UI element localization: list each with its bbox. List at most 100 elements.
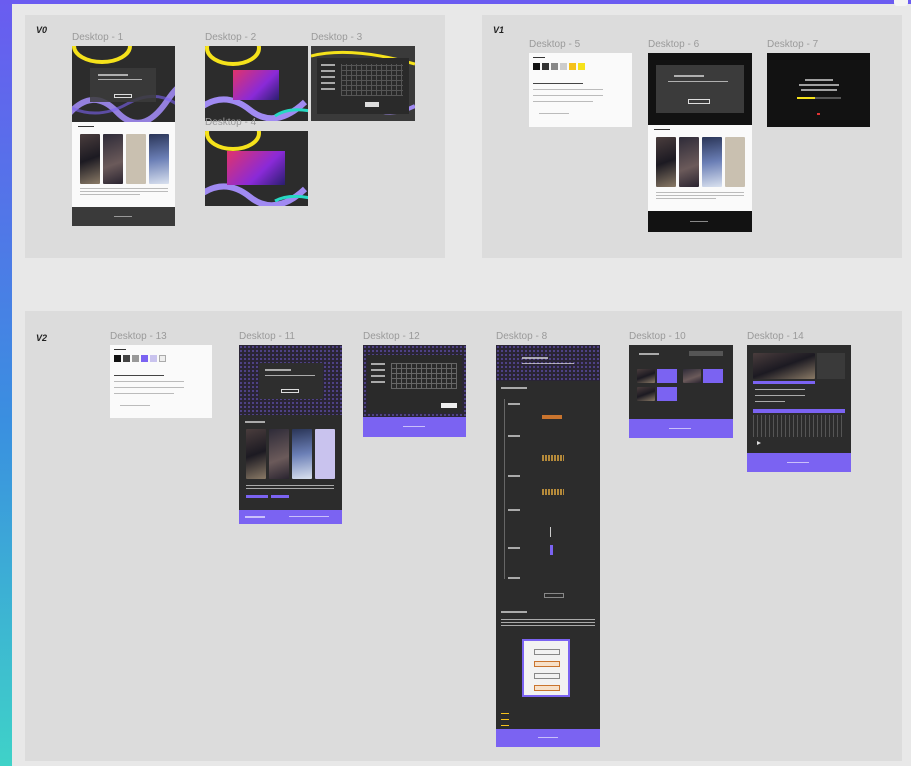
footer xyxy=(363,417,466,437)
body-text-line xyxy=(80,194,140,195)
featured-card[interactable] xyxy=(656,137,676,187)
section-label: V2 xyxy=(36,333,48,343)
body-text-line xyxy=(501,625,595,626)
type-spec-row xyxy=(539,113,569,114)
apply-button[interactable] xyxy=(365,102,379,107)
step-label xyxy=(508,547,520,549)
hero-button[interactable] xyxy=(114,94,132,98)
color-swatch xyxy=(542,63,549,70)
featured-heading xyxy=(654,129,670,130)
figma-canvas[interactable]: V0 Desktop - 1 Desktop - 2 Desktop - 3 D… xyxy=(0,0,911,766)
frame-title: Desktop - 14 xyxy=(747,331,804,342)
diagram-figure xyxy=(522,639,570,697)
color-swatch xyxy=(123,355,130,362)
color-swatch xyxy=(551,63,558,70)
tab-bar[interactable] xyxy=(753,381,815,384)
sequencer-grid[interactable] xyxy=(341,64,403,96)
step-graphic xyxy=(550,527,551,537)
track-bar[interactable] xyxy=(657,369,677,383)
mixer-tabs[interactable] xyxy=(753,409,845,413)
featured-card[interactable] xyxy=(246,429,266,479)
frame-desktop-3[interactable] xyxy=(311,46,415,121)
featured-card[interactable] xyxy=(103,134,123,184)
color-swatch xyxy=(132,355,139,362)
menu-item[interactable] xyxy=(321,64,335,66)
purple-chip[interactable] xyxy=(246,495,268,498)
section-label: V1 xyxy=(493,25,505,35)
track-bar[interactable] xyxy=(703,369,723,383)
menu-item[interactable] xyxy=(321,88,335,90)
heading-line xyxy=(114,349,126,350)
player-title xyxy=(639,353,659,355)
color-swatch xyxy=(150,355,157,362)
frame-desktop-13[interactable]: Desktop - 13 xyxy=(110,331,212,418)
type-spec-row xyxy=(114,387,184,388)
menu-item[interactable] xyxy=(371,369,385,371)
frame-desktop-7[interactable]: Desktop - 7 xyxy=(767,39,870,127)
menu-item[interactable] xyxy=(371,375,385,377)
frame-desktop-12[interactable]: Desktop - 12 xyxy=(363,331,466,437)
footer-text xyxy=(538,737,558,738)
editor-area xyxy=(363,345,466,417)
hero-area xyxy=(72,46,175,122)
hero-button[interactable] xyxy=(281,389,299,393)
frame-desktop-10[interactable]: Desktop - 10 xyxy=(629,331,733,438)
featured-card[interactable] xyxy=(315,429,335,479)
play-icon[interactable] xyxy=(757,441,761,445)
frame-desktop-6[interactable]: Desktop - 6 xyxy=(648,39,752,232)
menu-item[interactable] xyxy=(321,76,335,78)
frame-desktop-5[interactable]: Desktop - 5 xyxy=(529,39,632,127)
featured-card[interactable] xyxy=(702,137,722,187)
canvas-handle[interactable] xyxy=(894,0,908,6)
loading-text xyxy=(799,84,839,86)
body-text-line xyxy=(656,195,744,196)
featured-card[interactable] xyxy=(725,137,745,187)
featured-card[interactable] xyxy=(679,137,699,187)
purple-chip[interactable] xyxy=(271,495,289,498)
frame-desktop-1[interactable]: Desktop - 1 xyxy=(72,32,175,226)
option-row[interactable] xyxy=(755,389,805,390)
loading-text xyxy=(805,79,833,81)
option-row[interactable] xyxy=(755,395,805,396)
type-spec-row xyxy=(114,375,164,376)
hero-area xyxy=(239,345,342,415)
timeline-rail xyxy=(504,399,505,579)
frame-title: Desktop - 10 xyxy=(629,331,686,342)
footer-text xyxy=(403,426,425,427)
track-card[interactable] xyxy=(637,387,655,401)
footer-text xyxy=(787,462,809,463)
option-row[interactable] xyxy=(755,401,785,402)
featured-card[interactable] xyxy=(269,429,289,479)
frame-desktop-4[interactable] xyxy=(205,131,308,206)
frame-desktop-14[interactable]: Desktop - 14 xyxy=(747,331,851,472)
hero-button[interactable] xyxy=(688,99,710,104)
frame-desktop-2[interactable]: Desktop - 2 xyxy=(205,46,308,121)
featured-card[interactable] xyxy=(126,134,146,184)
featured-card[interactable] xyxy=(149,134,169,184)
featured-card[interactable] xyxy=(292,429,312,479)
menu-item[interactable] xyxy=(321,82,335,84)
menu-item[interactable] xyxy=(321,70,335,72)
track-bar[interactable] xyxy=(657,387,677,401)
sequencer-grid[interactable] xyxy=(391,363,457,389)
hero-area xyxy=(648,53,752,125)
step-graphic xyxy=(544,593,564,598)
body-text-line xyxy=(80,188,168,189)
type-spec-row xyxy=(114,381,184,382)
section-label: V0 xyxy=(36,25,48,35)
menu-item[interactable] xyxy=(371,381,385,383)
track-card[interactable] xyxy=(683,369,701,383)
track-card[interactable] xyxy=(637,369,655,383)
frame-desktop-8[interactable]: Desktop - 8 xyxy=(496,331,600,747)
frame-title: Desktop - 6 xyxy=(648,39,700,50)
search-field[interactable] xyxy=(689,351,723,356)
featured-area xyxy=(239,415,342,510)
footer xyxy=(496,729,600,747)
frame-desktop-11[interactable]: Desktop - 11 xyxy=(239,331,342,524)
featured-card[interactable] xyxy=(80,134,100,184)
hero-text-line xyxy=(265,369,291,371)
menu-item[interactable] xyxy=(371,363,385,365)
video-preview[interactable] xyxy=(753,353,815,379)
body-text-line xyxy=(656,192,744,193)
apply-button[interactable] xyxy=(441,403,457,408)
